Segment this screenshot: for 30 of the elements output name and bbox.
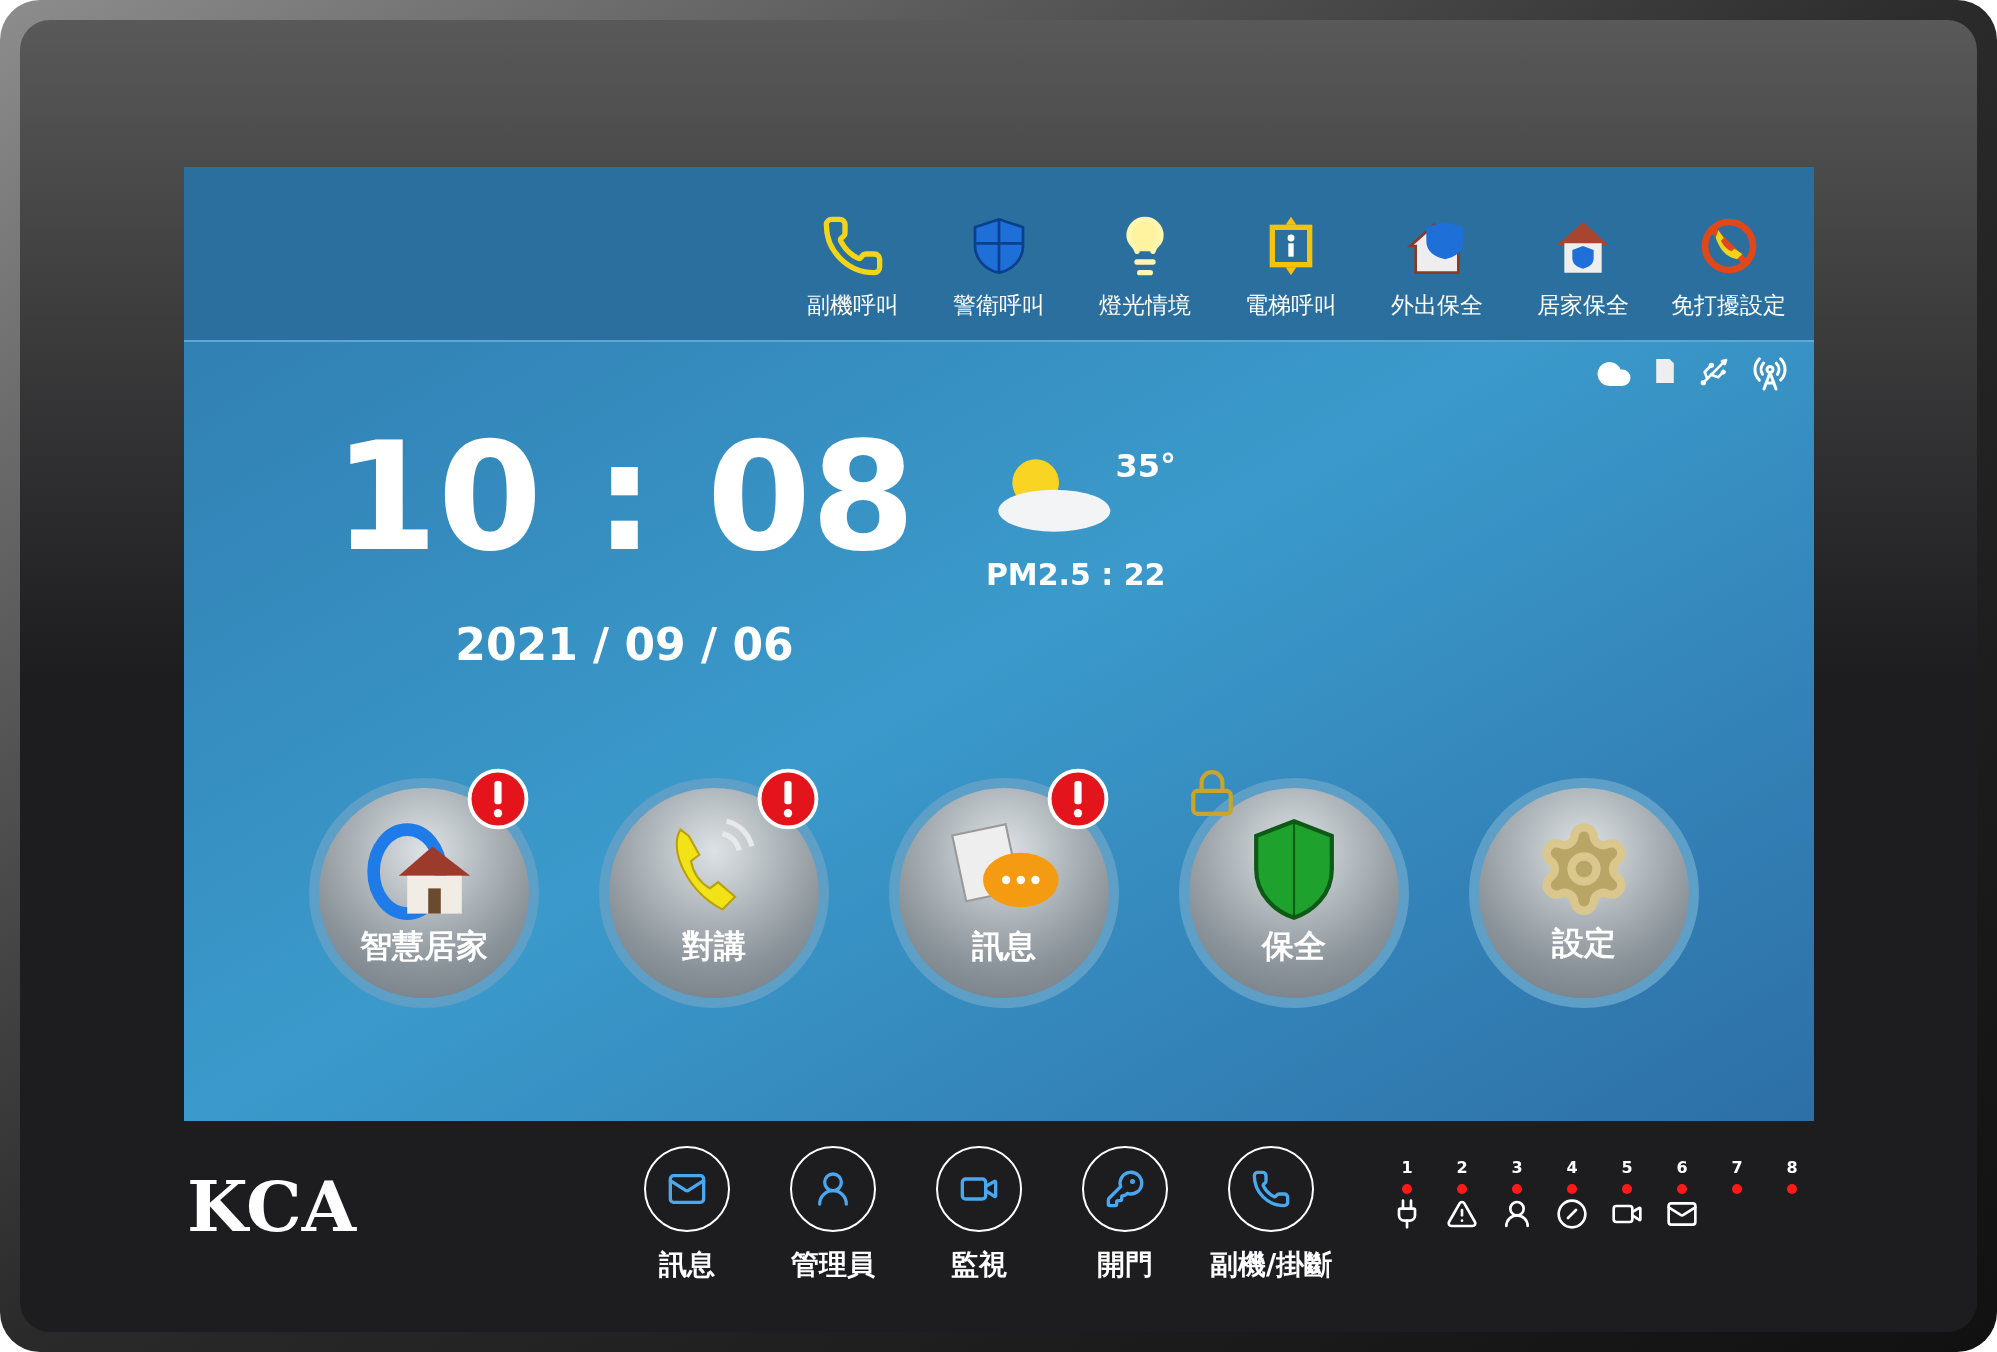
indicator-number: 6 [1676,1157,1688,1179]
date-text: 2021 / 09 / 06 [455,618,794,672]
indicator-number: 5 [1621,1157,1633,1179]
main-menu-button[interactable]: 智慧居家 [308,778,539,1008]
indicator-number: 7 [1731,1157,1743,1179]
indicator-number: 3 [1511,1157,1523,1179]
quick-action-button[interactable]: 外出保全 [1377,213,1496,322]
hardware-button[interactable]: 監視 [921,1146,1037,1286]
quick-action-button[interactable]: 免打擾設定 [1669,213,1788,322]
phone-icon [1251,1169,1291,1209]
temperature-text: 35° [1115,446,1176,487]
pm25-text: PM2.5 : 22 [985,556,1166,594]
indicator-number: 1 [1401,1157,1413,1179]
indicator-number: 2 [1456,1157,1468,1179]
warning-icon [1446,1198,1478,1230]
quick-action-button[interactable]: 電梯呼叫 [1231,213,1350,322]
quick-action-button[interactable]: 居家保全 [1523,213,1642,322]
antenna-icon [1751,356,1788,392]
key-icon [1105,1169,1145,1209]
hardware-button[interactable]: 訊息 [629,1146,745,1286]
indicator-number: 4 [1566,1157,1578,1179]
indicator-number: 8 [1786,1157,1798,1179]
hardware-button[interactable]: 開門 [1067,1146,1183,1286]
quick-action-button[interactable]: 副機呼叫 [793,213,912,322]
hardware-button[interactable]: 管理員 [775,1146,891,1286]
quick-action-button[interactable]: 警衛呼叫 [939,213,1058,322]
sd-card-icon [1653,356,1676,386]
quick-action-button[interactable]: 燈光情境 [1085,213,1204,322]
clock-time: 10 : 08 [333,422,916,572]
brand-logo: KCA [187,1164,358,1250]
